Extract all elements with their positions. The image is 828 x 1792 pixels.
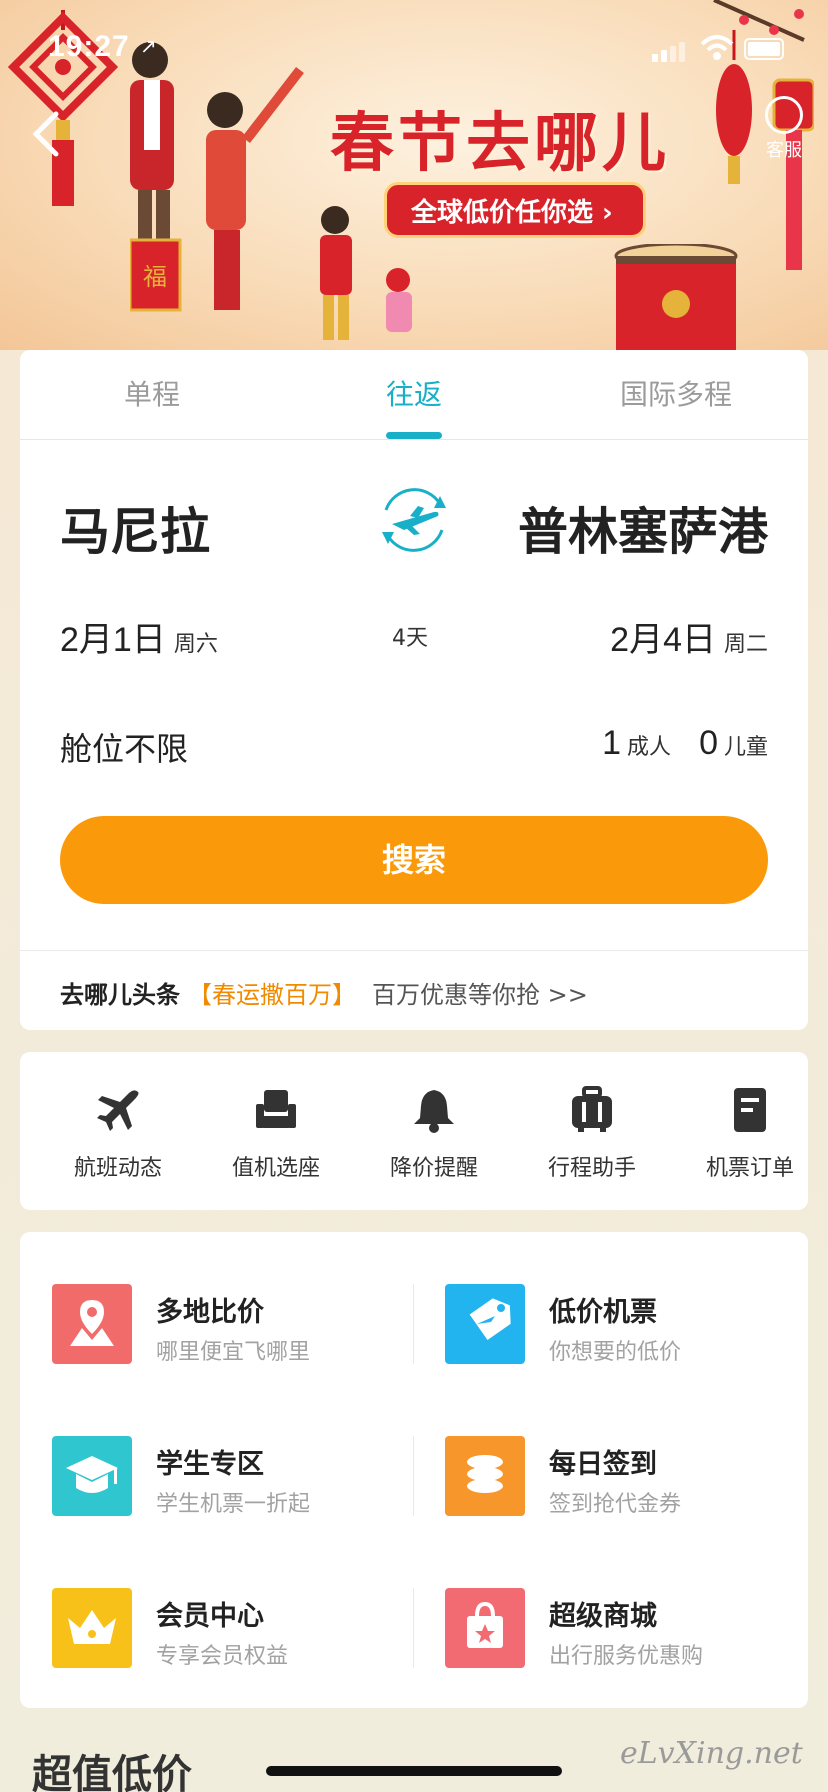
tool-check-in[interactable]: 值机选座 bbox=[201, 1086, 351, 1182]
divider bbox=[413, 1436, 414, 1516]
depart-date-field[interactable]: 2月1日 周六 bbox=[60, 612, 218, 661]
svg-text:福: 福 bbox=[143, 263, 167, 291]
feature-grid-card: 多地比价 哪里便宜飞哪里 低价机票 你想要的低价 学生专区 学生机票一折起 每日… bbox=[20, 1232, 808, 1708]
crown-icon bbox=[52, 1588, 132, 1668]
headset-icon bbox=[765, 96, 803, 134]
feature-subtitle: 签到抢代金券 bbox=[549, 1492, 682, 1517]
coins-icon bbox=[445, 1436, 525, 1516]
customer-service-button[interactable]: 客服 bbox=[760, 96, 808, 162]
tag-icon bbox=[445, 1284, 525, 1364]
feature-multi-city-compare[interactable]: 多地比价 哪里便宜飞哪里 bbox=[52, 1274, 432, 1374]
news-ticker[interactable]: 去哪儿头条 【春运撒百万】 百万优惠等你抢 >> bbox=[20, 950, 808, 1030]
arrival-city[interactable]: 普林塞萨港 bbox=[518, 492, 768, 564]
news-brand: 去哪儿头条 bbox=[60, 981, 180, 1009]
quick-tools-card: 航班动态 值机选座 降价提醒 行程助手 机票订单 bbox=[20, 1052, 808, 1210]
battery-icon bbox=[744, 38, 784, 60]
flight-search-card: 单程 往返 国际多程 马尼拉 普林塞萨港 2月1日 周六 4天 2月4日 周二 舱位… bbox=[20, 350, 808, 1030]
date-selector: 2月1日 周六 4天 2月4日 周二 bbox=[20, 612, 808, 666]
feature-super-mall[interactable]: 超级商城 出行服务优惠购 bbox=[445, 1578, 825, 1678]
tab-round-trip[interactable]: 往返 bbox=[386, 350, 442, 440]
tool-label: 值机选座 bbox=[231, 1156, 320, 1181]
feature-title: 会员中心 bbox=[156, 1601, 264, 1632]
order-icon bbox=[734, 1088, 766, 1132]
location-icon: ↗ bbox=[140, 36, 157, 58]
watermark: eLvXing.net bbox=[620, 1736, 803, 1771]
tool-ticket-orders[interactable]: 机票订单 bbox=[675, 1086, 825, 1182]
departure-city[interactable]: 马尼拉 bbox=[60, 492, 210, 564]
seat-icon bbox=[256, 1090, 296, 1128]
divider bbox=[413, 1284, 414, 1364]
cabin-passenger-row: 舱位不限 1 成人 0 儿童 bbox=[20, 724, 808, 778]
section-title: 超值低价 bbox=[32, 1752, 192, 1792]
adult-label: 成人 bbox=[627, 735, 672, 760]
passenger-selector[interactable]: 1 成人 0 儿童 bbox=[602, 724, 768, 763]
trip-duration: 4天 bbox=[392, 626, 428, 651]
search-button[interactable]: 搜索 bbox=[60, 816, 768, 904]
home-indicator[interactable] bbox=[266, 1766, 562, 1776]
shopping-bag-icon bbox=[445, 1588, 525, 1668]
tool-price-alert[interactable]: 降价提醒 bbox=[359, 1086, 509, 1182]
feature-title: 低价机票 bbox=[549, 1297, 657, 1328]
drum-decoration bbox=[614, 244, 738, 350]
child-count: 0 bbox=[699, 724, 718, 762]
swap-cities-icon[interactable] bbox=[374, 480, 454, 560]
graduation-cap-icon bbox=[52, 1436, 132, 1516]
tab-one-way[interactable]: 单程 bbox=[124, 350, 180, 440]
cabin-class-selector[interactable]: 舱位不限 bbox=[60, 724, 188, 770]
back-icon[interactable] bbox=[26, 108, 66, 160]
feature-subtitle: 学生机票一折起 bbox=[156, 1492, 311, 1517]
feature-subtitle: 专享会员权益 bbox=[156, 1644, 289, 1669]
airplane-icon bbox=[97, 1090, 139, 1131]
feature-low-price-tickets[interactable]: 低价机票 你想要的低价 bbox=[445, 1274, 825, 1374]
status-bar: 19:27 ↗ bbox=[0, 0, 828, 100]
feature-daily-checkin[interactable]: 每日签到 签到抢代金券 bbox=[445, 1426, 825, 1526]
depart-weekday: 周六 bbox=[173, 632, 218, 657]
feature-subtitle: 哪里便宜飞哪里 bbox=[156, 1340, 311, 1365]
tool-trip-assistant[interactable]: 行程助手 bbox=[517, 1086, 667, 1182]
route-selector: 马尼拉 普林塞萨港 bbox=[20, 480, 808, 570]
tool-label: 降价提醒 bbox=[389, 1156, 478, 1181]
promo-banner[interactable]: 福 春节去哪儿 全球低价任你选 › 19:27 ↗ 客服 bbox=[0, 0, 828, 350]
return-date-field[interactable]: 2月4日 周二 bbox=[610, 612, 768, 661]
feature-member-center[interactable]: 会员中心 专享会员权益 bbox=[52, 1578, 432, 1678]
tool-label: 行程助手 bbox=[547, 1156, 636, 1181]
signal-icon bbox=[652, 40, 688, 62]
tool-label: 机票订单 bbox=[705, 1156, 794, 1181]
adult-count: 1 bbox=[602, 724, 622, 762]
feature-student-zone[interactable]: 学生专区 学生机票一折起 bbox=[52, 1426, 432, 1526]
tool-label: 航班动态 bbox=[73, 1156, 162, 1181]
feature-subtitle: 你想要的低价 bbox=[549, 1340, 682, 1365]
luggage-icon bbox=[572, 1086, 612, 1132]
trip-type-tabs: 单程 往返 国际多程 bbox=[20, 350, 808, 440]
bell-icon bbox=[414, 1090, 454, 1133]
feature-title: 学生专区 bbox=[156, 1449, 264, 1480]
banner-title: 春节去哪儿 bbox=[330, 106, 670, 181]
wifi-icon bbox=[700, 35, 734, 60]
tool-flight-status[interactable]: 航班动态 bbox=[43, 1086, 193, 1182]
return-weekday: 周二 bbox=[723, 632, 768, 657]
feature-title: 多地比价 bbox=[156, 1297, 264, 1328]
divider bbox=[413, 1588, 414, 1668]
feature-subtitle: 出行服务优惠购 bbox=[549, 1644, 704, 1669]
child-label: 儿童 bbox=[723, 735, 768, 760]
map-icon bbox=[52, 1284, 132, 1364]
active-tab-indicator bbox=[386, 432, 442, 439]
news-text: 百万优惠等你抢 >> bbox=[372, 981, 588, 1009]
news-tag: 【春运撒百万】 bbox=[188, 981, 356, 1009]
depart-date: 2月1日 bbox=[60, 621, 166, 659]
return-date: 2月4日 bbox=[610, 621, 716, 659]
status-time: 19:27 bbox=[48, 30, 130, 63]
feature-title: 超级商城 bbox=[549, 1601, 657, 1632]
tab-multi-city[interactable]: 国际多程 bbox=[620, 350, 732, 440]
customer-service-label: 客服 bbox=[766, 140, 802, 161]
feature-title: 每日签到 bbox=[549, 1449, 657, 1480]
banner-cta-button[interactable]: 全球低价任你选 › bbox=[384, 182, 646, 238]
